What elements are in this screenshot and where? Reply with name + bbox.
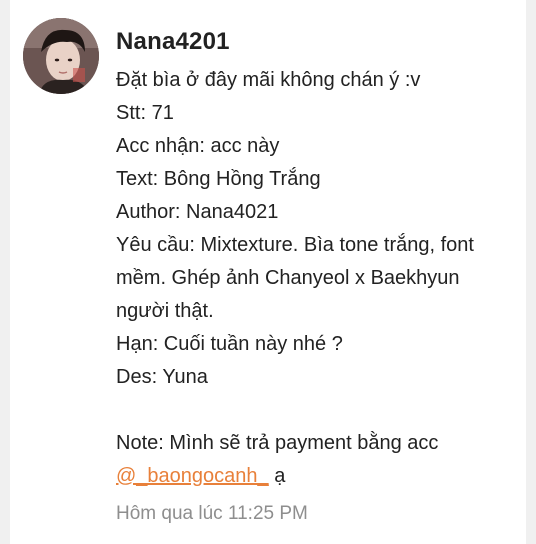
message-body: Nana4201 Đặt bìa ở đây mãi không chán ý … (116, 26, 516, 529)
message-line: Yêu cầu: Mixtexture. Bìa tone trắng, fon… (116, 234, 474, 322)
message-line: Stt: 71 (116, 102, 174, 124)
avatar[interactable] (23, 18, 99, 94)
mention-suffix: ạ (268, 465, 286, 487)
message-line: Des: Yuna (116, 366, 208, 388)
message-line: Text: Bông Hồng Trắng (116, 168, 321, 190)
message-timestamp: Hôm qua lúc 11:25 PM (116, 503, 308, 524)
line-spacer (116, 394, 516, 427)
avatar-photo-icon (23, 18, 99, 94)
message-line: Author: Nana4021 (116, 201, 279, 223)
note-line: Note: Mình sẽ trả payment bằng acc (116, 432, 439, 454)
message-card: Nana4201 Đặt bìa ở đây mãi không chán ý … (10, 0, 526, 544)
mention-line: @_baongocanh_ ạ (116, 460, 516, 493)
message-line: Acc nhận: acc này (116, 135, 280, 157)
message-line: Hạn: Cuối tuần này nhé ? (116, 333, 343, 355)
user-mention-link[interactable]: @_baongocanh_ (116, 465, 269, 487)
username[interactable]: Nana4201 (116, 26, 516, 58)
message-line: Đặt bìa ở đây mãi không chán ý :v (116, 69, 421, 91)
